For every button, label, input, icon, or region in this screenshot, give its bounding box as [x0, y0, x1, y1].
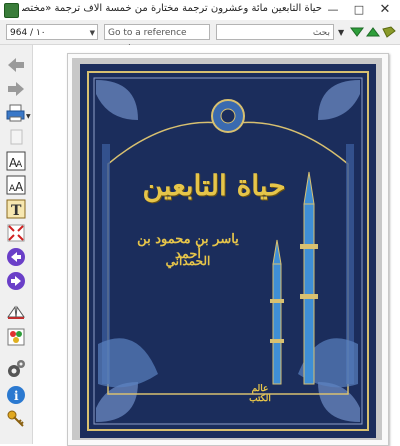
- palette-icon[interactable]: [6, 327, 26, 347]
- minimize-icon[interactable]: —: [320, 0, 346, 20]
- key-icon[interactable]: [6, 409, 26, 429]
- search-input[interactable]: بحث: [216, 24, 334, 40]
- book-author-surname: الحمداني: [165, 254, 211, 268]
- close-icon[interactable]: ✕: [372, 0, 398, 20]
- font-decrease-icon[interactable]: A A: [6, 175, 26, 195]
- svg-text:i: i: [14, 389, 19, 403]
- previous-page-icon[interactable]: [6, 247, 26, 267]
- toolbar: 964 / ١٠ ▼ Go to a reference number.... …: [0, 20, 400, 54]
- search-placeholder: بحث: [312, 28, 330, 38]
- publisher-mark: عالم الكتب: [249, 384, 271, 404]
- page-number-value: 964 / ١٠: [10, 28, 46, 38]
- window-title: حياة التابعين مائة وعشرون ترجمة مختارة م…: [22, 3, 322, 14]
- settings-gear-icon[interactable]: [6, 359, 26, 379]
- svg-text:T: T: [11, 203, 22, 219]
- book-page: حياة التابعين ياسر بن محمود بن أحمد الحم…: [67, 53, 389, 446]
- maximize-icon[interactable]: □: [346, 0, 372, 20]
- app-icon: [4, 3, 19, 18]
- chevron-down-icon[interactable]: ▼: [90, 25, 95, 41]
- back-arrow-icon[interactable]: [6, 55, 26, 75]
- page-number-field[interactable]: 964 / ١٠ ▼: [6, 24, 98, 40]
- document-viewer[interactable]: حياة التابعين ياسر بن محمود بن أحمد الحم…: [33, 45, 400, 446]
- book-title: حياة التابعين: [142, 169, 286, 202]
- info-icon[interactable]: i: [6, 385, 26, 405]
- fit-page-icon[interactable]: [6, 223, 26, 243]
- title-bar: حياة التابعين مائة وعشرون ترجمة مختارة م…: [0, 0, 400, 20]
- svg-text:A: A: [15, 180, 24, 194]
- forward-arrow-icon[interactable]: [6, 79, 26, 99]
- next-page-icon[interactable]: [6, 271, 26, 291]
- reference-number-input[interactable]: Go to a reference number....: [104, 24, 210, 54]
- tools-sidebar: ▼ A A A A T i: [0, 45, 33, 444]
- text-tool-icon[interactable]: T: [6, 199, 26, 219]
- svg-text:A: A: [16, 160, 23, 170]
- font-increase-icon[interactable]: A A: [6, 151, 26, 171]
- search-down-icon[interactable]: [350, 26, 364, 38]
- search-up-icon[interactable]: [366, 26, 380, 38]
- print-dropdown-icon[interactable]: ▼: [26, 113, 31, 120]
- search-dropdown-icon[interactable]: ▼: [338, 28, 344, 37]
- copy-icon[interactable]: [6, 127, 26, 147]
- bookmark-icon[interactable]: [382, 25, 396, 39]
- print-icon[interactable]: [6, 103, 26, 123]
- book-library-icon[interactable]: [6, 301, 26, 321]
